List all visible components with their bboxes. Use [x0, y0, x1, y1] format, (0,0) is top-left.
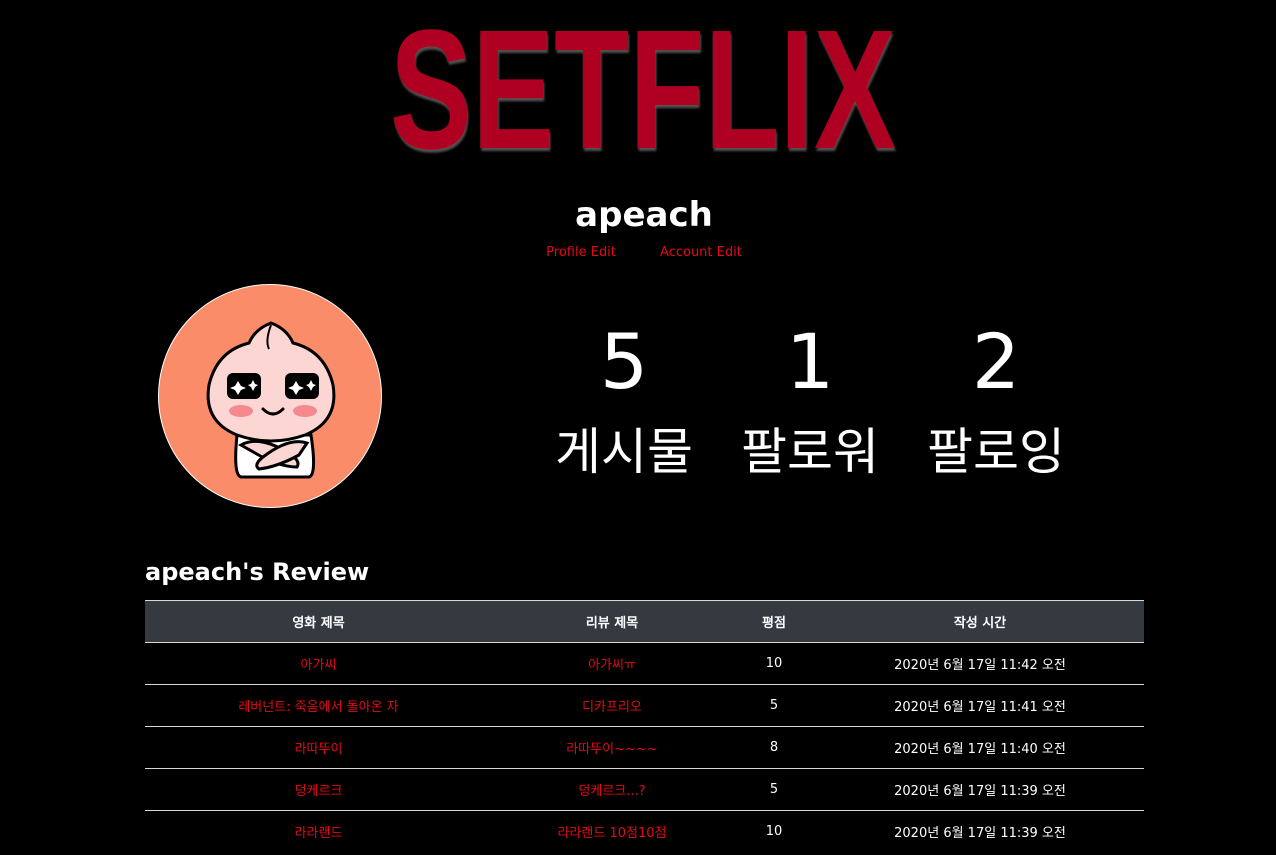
review-title-link[interactable]: 라따뚜이~~~~	[492, 726, 732, 769]
review-time: 2020년 6월 17일 11:39 오전	[816, 768, 1144, 811]
stat-following[interactable]: 2 팔로잉	[901, 320, 1091, 481]
profile-username: apeach	[575, 195, 713, 235]
column-header-created-at: 작성 시간	[816, 600, 1144, 643]
stat-posts-count: 5	[599, 317, 649, 406]
stat-posts: 5 게시물	[529, 317, 719, 481]
stat-following-label[interactable]: 팔로잉	[901, 424, 1091, 480]
movie-title-link[interactable]: 아가씨	[145, 642, 492, 685]
review-score: 10	[732, 642, 816, 685]
review-time: 2020년 6월 17일 11:39 오전	[894, 826, 1066, 841]
apeach-character-icon	[206, 321, 336, 479]
avatar	[158, 284, 382, 508]
stat-following-count[interactable]: 2	[901, 320, 1091, 404]
movie-title-link[interactable]: 라따뚜이	[145, 726, 492, 769]
column-header-review-title: 리뷰 제목	[492, 600, 732, 643]
column-header-score: 평점	[732, 600, 816, 643]
review-title-link[interactable]: 아가씨ㅠ	[492, 642, 732, 685]
review-title-link[interactable]: 라라랜드 10점10점	[492, 811, 732, 853]
movie-title-link[interactable]: 라라랜드	[145, 811, 492, 853]
table-row: 덩케르크 덩케르크...? 5 2020년 6월 17일 11:39 오전	[145, 768, 1144, 811]
movie-title-link[interactable]: 레버넌트: 죽음에서 돌아온 자	[145, 684, 492, 727]
review-time: 2020년 6월 17일 11:40 오전	[816, 726, 1144, 769]
review-section-title: apeach's Review	[145, 558, 370, 586]
movie-title-link[interactable]: 덩케르크	[145, 768, 492, 811]
review-score: 8	[732, 726, 816, 769]
table-header-row: 영화 제목 리뷰 제목 평점 작성 시간	[145, 600, 1144, 643]
review-time: 2020년 6월 17일 11:41 오전	[816, 684, 1144, 727]
setflix-logo[interactable]: SETFLIX	[386, 0, 900, 185]
stat-followers[interactable]: 1 팔로워	[715, 320, 905, 481]
column-header-movie-title: 영화 제목	[145, 600, 492, 643]
review-title-link[interactable]: 디카프리오	[492, 684, 732, 727]
stat-posts-label: 게시물	[555, 423, 693, 481]
stat-followers-count[interactable]: 1	[715, 320, 905, 404]
review-score: 5	[732, 684, 816, 727]
profile-edit-links: Profile Edit Account Edit	[0, 244, 1276, 262]
review-table: 영화 제목 리뷰 제목 평점 작성 시간 아가씨 아가씨ㅠ 10 2020년 6…	[145, 600, 1144, 852]
table-row: 레버넌트: 죽음에서 돌아온 자 디카프리오 5 2020년 6월 17일 11…	[145, 684, 1144, 727]
table-row: 라따뚜이 라따뚜이~~~~ 8 2020년 6월 17일 11:40 오전	[145, 726, 1144, 769]
review-score: 5	[732, 768, 816, 811]
profile-edit-link[interactable]: Profile Edit	[546, 245, 616, 260]
review-time: 2020년 6월 17일 11:42 오전	[816, 642, 1144, 685]
stat-followers-label[interactable]: 팔로워	[715, 424, 905, 480]
review-score: 10	[765, 824, 783, 839]
table-row: 라라랜드 라라랜드 10점10점 10 2020년 6월 17일 11:39 오…	[145, 811, 1144, 853]
account-edit-link[interactable]: Account Edit	[660, 245, 742, 260]
logo-text: SETFLIX	[390, 8, 896, 166]
table-row: 아가씨 아가씨ㅠ 10 2020년 6월 17일 11:42 오전	[145, 642, 1144, 685]
review-title-link[interactable]: 덩케르크...?	[492, 768, 732, 811]
